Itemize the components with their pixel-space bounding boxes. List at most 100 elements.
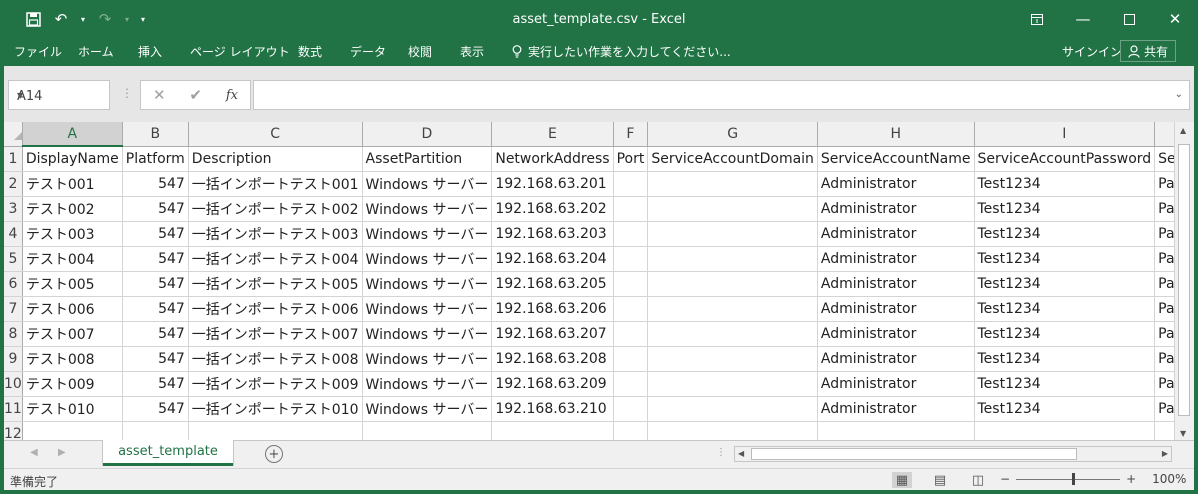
horizontal-scroll-thumb[interactable] [751, 448, 1077, 460]
cell[interactable]: Windows サーバー [362, 396, 493, 422]
cell[interactable] [613, 396, 649, 422]
cell[interactable]: Windows サーバー [362, 346, 493, 372]
cell[interactable] [491, 421, 614, 440]
cell[interactable]: Administrator [817, 346, 975, 372]
cell[interactable]: 547 [122, 196, 189, 222]
cell[interactable] [613, 221, 649, 247]
add-sheet-icon[interactable]: + [265, 445, 283, 463]
share-button[interactable]: 共有 [1120, 40, 1176, 62]
cell[interactable]: テスト008 [22, 346, 123, 372]
cell[interactable]: Password [1154, 296, 1174, 322]
cell[interactable]: 一括インポートテスト008 [188, 346, 363, 372]
cell[interactable]: Administrator [817, 271, 975, 297]
sign-in-link[interactable]: サインイン [1062, 43, 1122, 60]
cell[interactable] [1154, 421, 1174, 440]
cell[interactable]: テスト005 [22, 271, 123, 297]
cell[interactable]: Windows サーバー [362, 321, 493, 347]
row-header[interactable]: 10 [4, 371, 23, 397]
cell[interactable]: Administrator [817, 196, 975, 222]
cell[interactable]: 192.168.63.204 [491, 246, 614, 272]
column-header[interactable]: G [647, 122, 818, 147]
cell[interactable]: Test1234 [974, 171, 1156, 197]
cell[interactable]: テスト007 [22, 321, 123, 347]
cell[interactable]: ServiceAccountDomain [647, 146, 818, 172]
cell[interactable] [647, 346, 818, 372]
cell[interactable]: Port [613, 146, 649, 172]
cell[interactable]: Description [188, 146, 363, 172]
cell[interactable]: テスト002 [22, 196, 123, 222]
undo-icon[interactable]: ↶ [50, 8, 72, 30]
tab-view[interactable]: 表示 [460, 43, 484, 60]
cell[interactable]: Windows サーバー [362, 171, 493, 197]
cell[interactable]: 一括インポートテスト002 [188, 196, 363, 222]
zoom-level[interactable]: 100% [1152, 472, 1186, 486]
cell[interactable]: Administrator [817, 371, 975, 397]
cell[interactable]: Password [1154, 346, 1174, 372]
maximize-icon[interactable] [1106, 0, 1152, 38]
cell[interactable]: テスト006 [22, 296, 123, 322]
cell[interactable] [22, 421, 123, 440]
cell[interactable]: 547 [122, 371, 189, 397]
cell[interactable] [647, 221, 818, 247]
scroll-right-icon[interactable]: ▶ [1162, 449, 1168, 458]
name-box[interactable]: A14 ▼ [8, 80, 110, 110]
cell[interactable]: 192.168.63.206 [491, 296, 614, 322]
cell[interactable] [613, 371, 649, 397]
enter-icon[interactable]: ✔ [189, 86, 202, 104]
cell[interactable]: 192.168.63.203 [491, 221, 614, 247]
cell[interactable] [647, 271, 818, 297]
column-header[interactable]: I [974, 122, 1156, 147]
tab-page-layout[interactable]: ページ レイアウト [190, 43, 290, 60]
column-header[interactable]: H [817, 122, 975, 147]
cell[interactable] [647, 371, 818, 397]
formula-bar-grip-icon[interactable]: ⋮ [121, 86, 133, 100]
save-icon[interactable] [22, 8, 44, 30]
cell[interactable]: 547 [122, 271, 189, 297]
cell[interactable]: 192.168.63.207 [491, 321, 614, 347]
cell[interactable]: Test1234 [974, 246, 1156, 272]
cell[interactable]: Password [1154, 246, 1174, 272]
cell[interactable]: 547 [122, 246, 189, 272]
vertical-scroll-thumb[interactable] [1178, 144, 1190, 416]
cell[interactable] [647, 396, 818, 422]
close-icon[interactable]: ✕ [1152, 0, 1198, 38]
cell[interactable]: Test1234 [974, 371, 1156, 397]
sheet-tab-asset-template[interactable]: asset_template [103, 440, 233, 466]
cell[interactable] [974, 421, 1156, 440]
cell[interactable] [647, 196, 818, 222]
cell[interactable]: Password [1154, 171, 1174, 197]
vertical-scrollbar[interactable]: ▲ ▼ [1174, 122, 1194, 440]
name-box-dropdown-icon[interactable]: ▼ [17, 91, 103, 100]
cell[interactable] [647, 321, 818, 347]
column-header[interactable]: B [122, 122, 189, 147]
row-header[interactable]: 7 [4, 296, 23, 322]
cell[interactable]: ServiceAccountName [817, 146, 975, 172]
column-header[interactable]: A [22, 122, 123, 147]
cell[interactable] [647, 296, 818, 322]
cell[interactable]: Administrator [817, 171, 975, 197]
tell-me-search[interactable]: 実行したい作業を入力してください... [512, 43, 731, 60]
cell[interactable]: 一括インポートテスト006 [188, 296, 363, 322]
cell[interactable] [613, 171, 649, 197]
redo-icon[interactable]: ↷ [94, 8, 116, 30]
cell[interactable]: 547 [122, 171, 189, 197]
cell[interactable] [613, 421, 649, 440]
cell[interactable]: 一括インポートテスト010 [188, 396, 363, 422]
cancel-icon[interactable]: ✕ [153, 86, 166, 104]
cell[interactable]: Windows サーバー [362, 221, 493, 247]
cell[interactable]: Password [1154, 196, 1174, 222]
zoom-slider-knob[interactable] [1072, 472, 1076, 485]
cell[interactable]: Test1234 [974, 271, 1156, 297]
select-all-corner[interactable] [4, 122, 23, 147]
row-header[interactable]: 1 [4, 146, 23, 172]
cell[interactable]: テスト001 [22, 171, 123, 197]
cell[interactable]: テスト003 [22, 221, 123, 247]
row-header[interactable]: 6 [4, 271, 23, 297]
row-header[interactable]: 2 [4, 171, 23, 197]
cell[interactable]: Test1234 [974, 196, 1156, 222]
row-header[interactable]: 11 [4, 396, 23, 422]
cell[interactable]: テスト009 [22, 371, 123, 397]
scroll-up-icon[interactable]: ▲ [1180, 126, 1186, 135]
column-header[interactable]: E [491, 122, 614, 147]
tab-file[interactable]: ファイル [14, 43, 62, 60]
